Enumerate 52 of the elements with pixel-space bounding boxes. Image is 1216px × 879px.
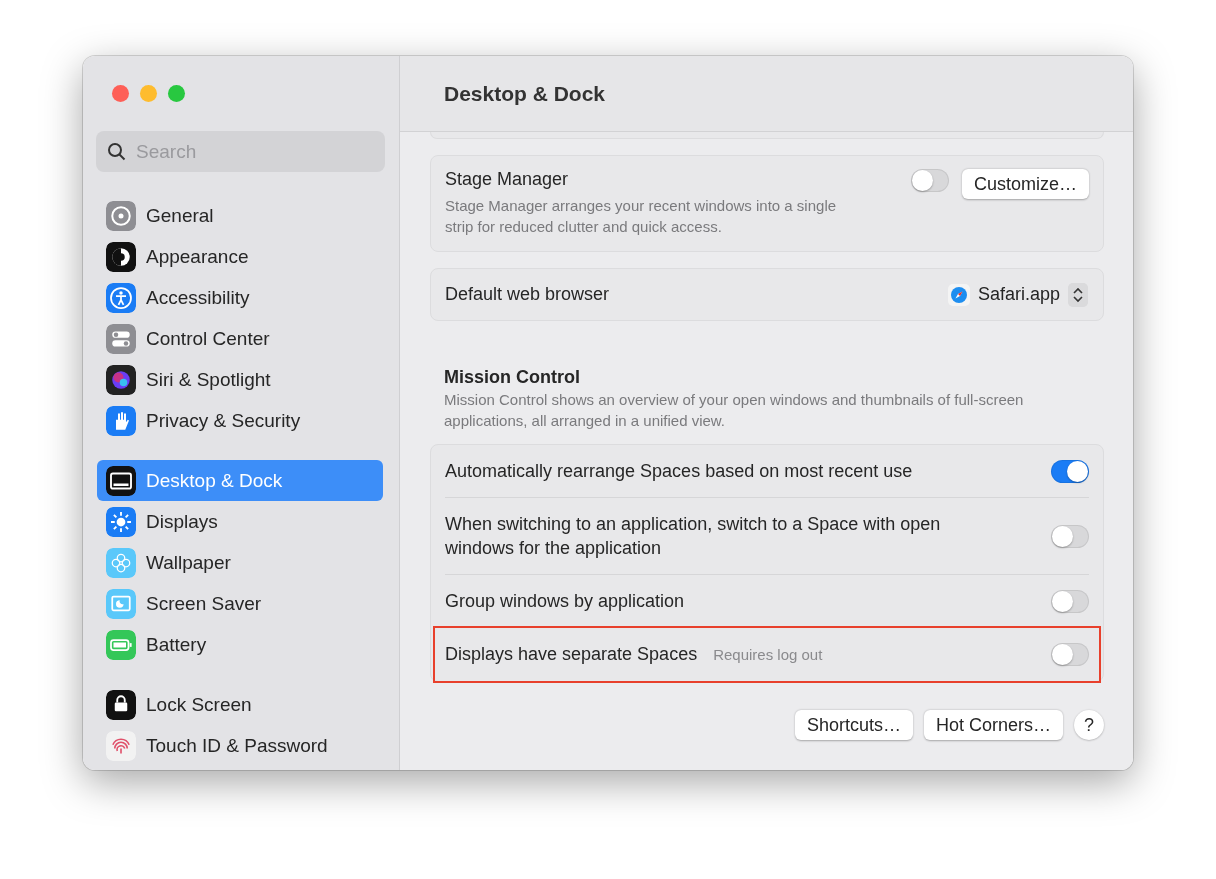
customize-button[interactable]: Customize… xyxy=(961,169,1089,199)
gear-icon xyxy=(106,200,136,231)
search-field[interactable]: Search xyxy=(96,131,385,172)
section-heading: Mission Control xyxy=(444,367,581,388)
lock-icon xyxy=(106,689,136,720)
zoom-button[interactable] xyxy=(168,85,185,102)
sidebar-item[interactable]: Battery xyxy=(97,624,383,665)
setting-description: Stage Manager arranges your recent windows into a single strip for reduced clutter and quick access. xyxy=(445,196,838,237)
compass-icon xyxy=(947,283,970,306)
flower-icon xyxy=(106,547,136,578)
setting-label: Default web browser xyxy=(445,284,610,305)
close-button[interactable] xyxy=(112,85,129,102)
sidebar-item[interactable]: Screen Saver xyxy=(97,583,383,624)
switches-icon xyxy=(106,323,136,354)
toggle-switch[interactable] xyxy=(1051,459,1089,483)
sidebar-item[interactable]: Lock Screen xyxy=(97,684,383,725)
sidebar-item[interactable]: General xyxy=(97,195,383,236)
minimize-button[interactable] xyxy=(140,85,157,102)
setting-note: Requires log out xyxy=(713,645,823,665)
toggle-switch[interactable] xyxy=(1051,643,1089,666)
sidebar-item[interactable]: Control Center xyxy=(97,318,383,359)
section-description: Mission Control shows an overview of your open windows and thumbnails of full-screen applications, all arranged in a unified view. xyxy=(444,390,1025,431)
sidebar-item[interactable]: Touch ID & Password xyxy=(97,725,383,766)
sidebar-item[interactable]: Siri & Spotlight xyxy=(97,359,383,400)
dock-icon xyxy=(106,465,136,496)
fingerprint-icon xyxy=(106,730,136,761)
sidebar-item[interactable]: Appearance xyxy=(97,236,383,277)
sidebar-item[interactable]: Wallpaper xyxy=(97,542,383,583)
help-button[interactable]: ? xyxy=(1074,710,1104,740)
appearance-icon xyxy=(106,241,136,272)
battery-icon xyxy=(106,629,136,660)
toggle-switch[interactable] xyxy=(1051,524,1089,548)
setting-label: Group windows by application xyxy=(445,590,685,613)
setting-label: Stage Manager xyxy=(445,169,570,190)
sidebar-item[interactable]: Accessibility xyxy=(97,277,383,318)
setting-label: Automatically rearrange Spaces based on most recent use xyxy=(445,460,913,483)
sidebar-item[interactable]: Displays xyxy=(97,501,383,542)
footer-button[interactable]: Shortcuts… xyxy=(794,710,913,740)
sidebar-item[interactable]: Privacy & Security xyxy=(97,400,383,441)
search-icon xyxy=(107,142,127,162)
browser-popup[interactable]: Safari.app xyxy=(947,282,1088,307)
window-title: Desktop & Dock xyxy=(400,56,1133,132)
hand-icon xyxy=(106,405,136,436)
sun-icon xyxy=(106,506,136,537)
screensaver-icon xyxy=(106,588,136,619)
setting-label: Displays have separate Spaces xyxy=(445,643,698,666)
accessibility-icon xyxy=(106,282,136,313)
toggle-switch[interactable] xyxy=(1051,589,1089,613)
toggle-switch[interactable] xyxy=(910,169,949,192)
siri-icon xyxy=(106,364,136,395)
setting-label: When switching to an application, switch to a Space with open windows for the application xyxy=(445,513,942,560)
footer-button[interactable]: Hot Corners… xyxy=(923,710,1063,740)
